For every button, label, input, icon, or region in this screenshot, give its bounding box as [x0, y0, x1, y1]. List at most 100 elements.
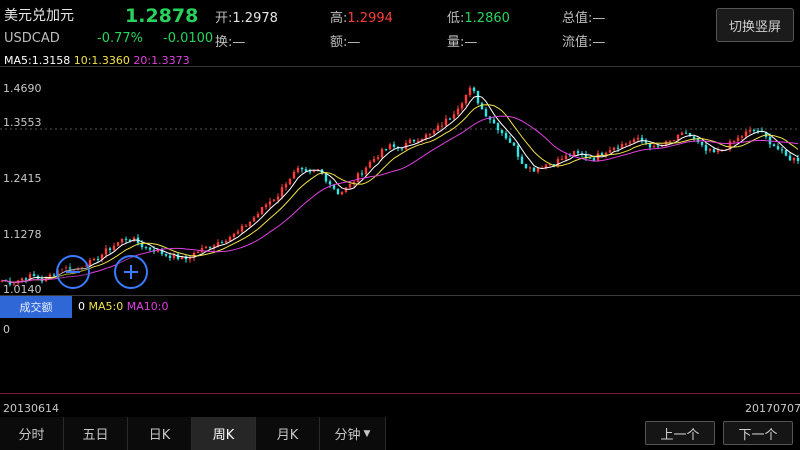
float-value: — — [592, 35, 606, 50]
switch-portrait-button[interactable]: 切换竖屏 — [716, 8, 794, 42]
candle-body — [460, 103, 464, 109]
candle-body — [240, 226, 244, 232]
candle-body — [264, 204, 268, 208]
candle-body — [236, 231, 240, 234]
candle-body — [456, 108, 460, 115]
candle-body — [280, 187, 284, 197]
candle-body — [148, 247, 152, 250]
tab-minute[interactable]: 分钟 ▼ — [320, 417, 386, 450]
candle-body — [168, 255, 172, 259]
candle-body — [692, 136, 696, 139]
y-tick-4: 1.1278 — [3, 228, 42, 241]
ma5-line — [1, 95, 799, 283]
candle-body — [468, 87, 472, 95]
candle-body — [48, 274, 52, 277]
candle-body — [232, 233, 236, 238]
high-field: 高:1.2994 — [330, 7, 393, 26]
candle-body — [484, 109, 488, 117]
candle-body — [452, 114, 456, 119]
total-label: 总值: — [562, 11, 593, 26]
ma10-line — [1, 104, 799, 283]
turnover-label: 换: — [215, 35, 233, 50]
candle-body — [276, 196, 280, 200]
candle-body — [228, 237, 232, 241]
candle-body — [256, 213, 260, 218]
prev-button[interactable]: 上一个 — [645, 421, 715, 445]
candle-body — [392, 144, 396, 147]
candle-body — [600, 153, 604, 155]
candle-body — [112, 245, 116, 250]
candle-body — [384, 149, 388, 151]
candle-body — [296, 167, 300, 173]
candle-body — [372, 158, 376, 162]
change-absolute: -0.0100 — [163, 31, 214, 46]
candle-body — [516, 145, 520, 157]
candle-body — [520, 156, 524, 164]
open-field: 开:1.2978 — [215, 7, 278, 26]
candle-body — [312, 170, 316, 172]
candle-body — [284, 184, 288, 188]
candle-body — [624, 143, 628, 145]
candle-body — [740, 136, 744, 138]
candle-body — [388, 144, 392, 150]
candle-body — [164, 253, 168, 256]
candle-body — [712, 149, 716, 153]
tab-daily-k[interactable]: 日K — [128, 417, 192, 450]
float-field: 流值:— — [562, 31, 605, 50]
candle-body — [340, 191, 344, 195]
candle-body — [96, 258, 100, 260]
candle-body — [744, 131, 748, 137]
candle-body — [92, 258, 96, 261]
candle-body — [88, 260, 92, 267]
candle-body — [252, 217, 256, 222]
candle-body — [24, 278, 28, 280]
candle-body — [512, 142, 516, 146]
candle-body — [440, 125, 444, 127]
next-button[interactable]: 下一个 — [723, 421, 793, 445]
candle-body — [564, 155, 568, 160]
volume-value-label: 0 — [78, 300, 85, 313]
zoom-out-button[interactable] — [56, 255, 90, 289]
tab-weekly-k[interactable]: 周K — [192, 417, 256, 450]
candle-body — [772, 144, 776, 147]
candle-body — [444, 118, 448, 126]
candle-body — [652, 145, 656, 148]
candle-body — [348, 183, 352, 188]
candle-body — [532, 167, 536, 172]
candle-body — [736, 137, 740, 141]
candle-body — [124, 238, 128, 240]
candle-body — [308, 171, 312, 173]
candle-body — [708, 149, 712, 151]
candle-body — [360, 173, 364, 175]
candle-body — [616, 147, 620, 149]
volume-label: 量: — [447, 35, 465, 50]
candle-body — [796, 157, 800, 162]
candle-body — [400, 148, 404, 150]
candle-body — [436, 125, 440, 131]
amount-label: 额: — [330, 35, 348, 50]
candle-body — [704, 144, 708, 151]
amount-value: — — [347, 35, 361, 50]
tab-intraday[interactable]: 分时 — [0, 417, 64, 450]
candle-body — [144, 247, 148, 249]
candle-body — [572, 151, 576, 157]
candle-body — [20, 278, 24, 281]
candle-body — [448, 118, 452, 120]
candle-body — [412, 139, 416, 142]
candle-body — [472, 87, 476, 92]
plus-icon-vertical — [130, 265, 132, 279]
volume-zero-label: 0 — [3, 323, 10, 336]
candle-body — [788, 155, 792, 161]
tab-five-day[interactable]: 五日 — [64, 417, 128, 450]
candle-body — [780, 149, 784, 151]
zoom-in-button[interactable] — [114, 255, 148, 289]
candle-body — [476, 91, 480, 104]
candle-body — [268, 201, 272, 205]
candle-body — [224, 240, 228, 243]
tab-monthly-k[interactable]: 月K — [256, 417, 320, 450]
volume-type-button[interactable]: 成交额 — [0, 296, 72, 318]
candle-body — [684, 132, 688, 134]
candle-body — [480, 103, 484, 110]
candle-body — [304, 169, 308, 172]
low-label: 低: — [447, 11, 465, 26]
